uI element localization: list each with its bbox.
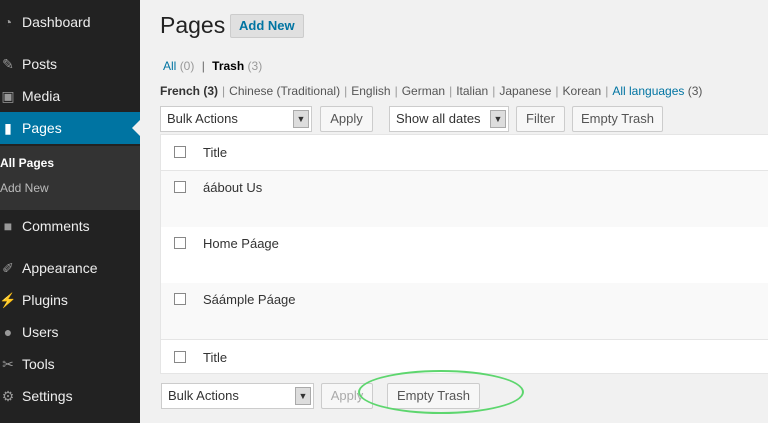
row-title: áábout Us (203, 180, 263, 195)
admin-sidebar: ◔ Dashboard ✎ Posts ▣ Media ▮ Pages All … (0, 0, 140, 423)
sidebar-item-label: Settings (22, 388, 73, 404)
sidebar-item-label: Dashboard (22, 14, 91, 30)
view-trash-count: (3) (247, 59, 263, 73)
view-filters: All (0) | Trash (3) (163, 59, 262, 73)
sidebar-item-label: Pages (22, 120, 62, 136)
settings-icon: ⚙ (1, 387, 15, 404)
bulk-actions-value: Bulk Actions (168, 388, 239, 403)
submenu-add-new[interactable]: Add New (0, 181, 49, 195)
pages-submenu: All Pages Add New (0, 146, 140, 210)
sidebar-item-pages[interactable]: ▮ Pages (0, 112, 140, 144)
main-content: Pages Add New All (0) | Trash (3) French… (140, 0, 768, 423)
sidebar-item-plugins[interactable]: ⚡ Plugins (0, 284, 140, 316)
media-icon: ▣ (1, 87, 15, 104)
lang-separator: | (394, 84, 398, 98)
language-filter: French (3) | Chinese (Traditional) | English… (160, 84, 702, 98)
lang-separator: | (222, 84, 226, 98)
select-all-checkbox-footer[interactable] (174, 351, 186, 363)
highlight-circle (358, 370, 524, 414)
sidebar-item-media[interactable]: ▣ Media (0, 80, 140, 112)
sidebar-item-dashboard[interactable]: ◔ Dashboard (0, 6, 140, 38)
chevron-down-icon: ▼ (490, 110, 506, 128)
sidebar-item-label: Tools (22, 356, 55, 372)
filter-button[interactable]: Filter (516, 106, 565, 132)
submenu-all-pages[interactable]: All Pages (0, 156, 54, 170)
table-row: Sáámple Páage (161, 283, 768, 339)
bulk-actions-select[interactable]: Bulk Actions ▼ (160, 106, 312, 132)
row-checkbox[interactable] (174, 293, 186, 305)
sidebar-item-label: Appearance (22, 260, 98, 276)
sidebar-item-label: Comments (22, 218, 90, 234)
lang-english[interactable]: English (351, 84, 390, 98)
lang-french-count: (3) (203, 84, 219, 98)
users-icon: ● (3, 324, 13, 340)
comment-icon: ■ (3, 218, 13, 234)
sidebar-item-label: Media (22, 88, 61, 104)
column-title-footer[interactable]: Title (203, 350, 227, 365)
lang-korean[interactable]: Korean (563, 84, 602, 98)
add-new-button[interactable]: Add New (230, 14, 304, 38)
bulk-actions-select-bottom[interactable]: Bulk Actions ▼ (161, 383, 314, 409)
lang-separator: | (449, 84, 453, 98)
row-title: Sáámple Páage (203, 292, 296, 307)
sidebar-item-appearance[interactable]: ✐ Appearance (0, 252, 140, 284)
table-row: Home Páage (161, 227, 768, 283)
table-row: áábout Us (161, 171, 768, 227)
view-all-count: (0) (179, 59, 195, 73)
pin-icon: ✎ (2, 55, 14, 72)
lang-french[interactable]: French (160, 84, 200, 98)
bulk-actions-value: Bulk Actions (167, 111, 238, 126)
chevron-down-icon: ▼ (295, 387, 311, 405)
table-header-row: Title (161, 135, 768, 171)
empty-trash-button-top[interactable]: Empty Trash (572, 106, 663, 132)
pages-table: Title áábout Us Home Páage Sáámple Páage… (160, 134, 768, 374)
lang-german[interactable]: German (402, 84, 445, 98)
dashboard-icon: ◔ (3, 14, 13, 30)
date-filter-select[interactable]: Show all dates ▼ (389, 106, 509, 132)
view-all-link[interactable]: All (163, 59, 176, 73)
select-all-checkbox[interactable] (174, 146, 186, 158)
lang-all-count: (3) (687, 84, 703, 98)
lang-separator: | (605, 84, 609, 98)
lang-separator: | (492, 84, 496, 98)
lang-separator: | (344, 84, 348, 98)
row-checkbox[interactable] (174, 237, 186, 249)
wrench-icon: ✂ (2, 355, 14, 372)
row-title: Home Páage (203, 236, 279, 251)
lang-separator: | (555, 84, 559, 98)
plugin-icon: ⚡ (0, 291, 17, 308)
apply-button[interactable]: Apply (320, 106, 373, 132)
sidebar-item-comments[interactable]: ■ Comments (0, 210, 140, 242)
table-footer-row: Title (161, 339, 768, 375)
view-separator: | (201, 59, 205, 73)
sidebar-item-posts[interactable]: ✎ Posts (0, 48, 140, 80)
page-title: Pages (160, 12, 226, 38)
view-trash-link[interactable]: Trash (212, 59, 244, 73)
date-filter-value: Show all dates (396, 111, 481, 126)
lang-chinese[interactable]: Chinese (Traditional) (229, 84, 340, 98)
sidebar-item-settings[interactable]: ⚙ Settings (0, 380, 140, 412)
column-title-header[interactable]: Title (203, 145, 227, 160)
row-checkbox[interactable] (174, 181, 186, 193)
sidebar-item-label: Users (22, 324, 59, 340)
sidebar-item-tools[interactable]: ✂ Tools (0, 348, 140, 380)
brush-icon: ✐ (2, 259, 14, 276)
chevron-down-icon: ▼ (293, 110, 309, 128)
lang-all-languages[interactable]: All languages (612, 84, 684, 98)
lang-japanese[interactable]: Japanese (499, 84, 551, 98)
sidebar-item-users[interactable]: ● Users (0, 316, 140, 348)
pages-icon: ▮ (4, 119, 12, 136)
sidebar-item-label: Plugins (22, 292, 68, 308)
sidebar-item-label: Posts (22, 56, 58, 72)
lang-italian[interactable]: Italian (456, 84, 488, 98)
